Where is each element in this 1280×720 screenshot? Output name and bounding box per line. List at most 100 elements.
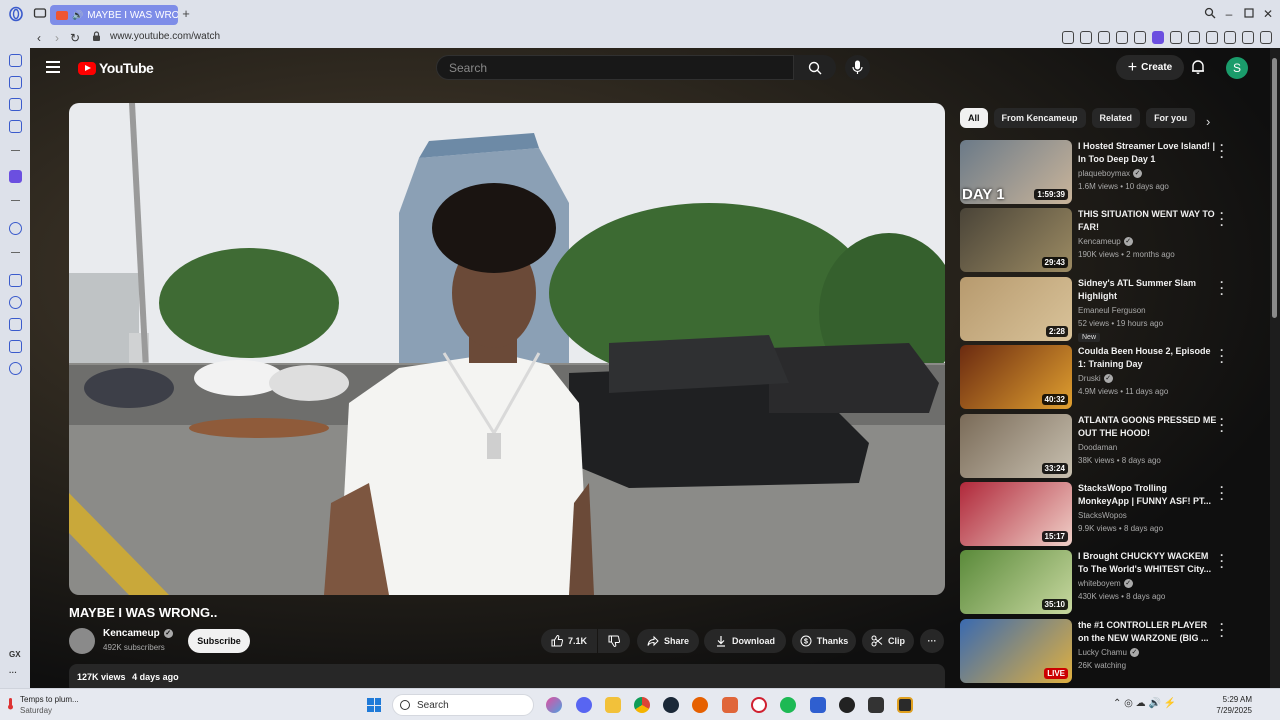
taskbar-search[interactable]: Search bbox=[392, 694, 534, 716]
chip-from-kencameup[interactable]: From Kencameup bbox=[993, 108, 1086, 128]
search-input[interactable] bbox=[437, 56, 793, 79]
pinboard-sidebar-icon[interactable] bbox=[9, 274, 22, 287]
recommendation-item[interactable]: 40:32 Coulda Been House 2, Episode 1: Tra… bbox=[960, 344, 1256, 410]
recommendation-channel[interactable]: Kencameup bbox=[1078, 237, 1121, 246]
recommendation-channel-row[interactable]: Doodaman bbox=[1078, 443, 1117, 452]
recommendation-channel-row[interactable]: Kencameup ✓ bbox=[1078, 237, 1133, 247]
recommendation-item[interactable]: 29:43 THIS SITUATION WENT WAY TO FAR! Kenc… bbox=[960, 207, 1256, 273]
steam-icon[interactable] bbox=[663, 697, 679, 713]
recommendation-thumbnail[interactable]: 33:24 bbox=[960, 413, 1072, 478]
workspaces-sidebar-icon[interactable] bbox=[9, 98, 22, 111]
discord-icon[interactable] bbox=[576, 697, 592, 713]
chevron-right-icon[interactable]: › bbox=[1206, 114, 1210, 129]
recommendation-channel-row[interactable]: Druski ✓ bbox=[1078, 374, 1113, 384]
chip-all[interactable]: All bbox=[960, 108, 988, 128]
more-options-icon[interactable]: · · · bbox=[1220, 618, 1224, 642]
spotify-icon[interactable] bbox=[780, 697, 796, 713]
maximize-icon[interactable] bbox=[1242, 7, 1256, 21]
recommendation-channel-row[interactable]: plaqueboymax ✓ bbox=[1078, 169, 1143, 178]
recommendation-item[interactable]: 2:28 Sidney's ATL Summer Slam Highlight Em… bbox=[960, 276, 1256, 342]
file-explorer-icon[interactable] bbox=[605, 697, 621, 713]
app-icon[interactable] bbox=[722, 697, 738, 713]
gx-label[interactable]: GX bbox=[9, 650, 21, 659]
recommendation-channel[interactable]: Doodaman bbox=[1078, 443, 1117, 452]
video-player[interactable] bbox=[69, 103, 945, 595]
create-button[interactable]: + Create bbox=[1116, 55, 1184, 80]
recommendation-item[interactable]: LIVE the #1 CONTROLLER PLAYER on the NEW … bbox=[960, 618, 1256, 683]
recommendation-channel-row[interactable]: Emaneul Ferguson bbox=[1078, 306, 1146, 315]
thanks-button[interactable]: $ Thanks bbox=[792, 629, 856, 653]
wallet-icon[interactable] bbox=[1170, 31, 1182, 44]
recommendation-item[interactable]: DAY 1 1:59:39 I Hosted Streamer Love Islan… bbox=[960, 139, 1256, 204]
more-options-icon[interactable]: · · · bbox=[1220, 549, 1224, 573]
recommendation-thumbnail[interactable]: 35:10 bbox=[960, 550, 1072, 615]
channel-name-row[interactable]: Kencameup ✓ bbox=[103, 628, 173, 639]
more-options-icon[interactable]: · · · bbox=[1220, 413, 1224, 437]
extensions-sidebar-icon[interactable] bbox=[9, 340, 22, 353]
more-options-icon[interactable]: · · · bbox=[1220, 207, 1224, 231]
dislike-button[interactable] bbox=[598, 629, 630, 653]
tab-islands-icon[interactable] bbox=[32, 6, 48, 22]
more-options-icon[interactable]: · · · bbox=[1220, 481, 1224, 505]
chip-related[interactable]: Related bbox=[1091, 108, 1141, 128]
weather-widget[interactable]: Temps to plum... Saturday bbox=[20, 694, 79, 716]
twitch-extension-icon[interactable] bbox=[1152, 31, 1164, 44]
system-tray[interactable]: ⌃ ◎ ☁ 🔊 ⚡ bbox=[1113, 698, 1176, 709]
recommendation-title[interactable]: StacksWopo Trolling MonkeyApp | FUNNY AS… bbox=[1078, 482, 1218, 508]
search-button[interactable] bbox=[794, 55, 836, 80]
recommendation-channel[interactable]: Lucky Chamu bbox=[1078, 648, 1127, 657]
reload-icon[interactable]: ↻ bbox=[68, 30, 82, 46]
tab-youtube-video[interactable]: 🔊 MAYBE I WAS WRONG bbox=[50, 5, 178, 25]
recommendation-channel[interactable]: plaqueboymax bbox=[1078, 169, 1130, 178]
recommendation-channel[interactable]: StacksWopos bbox=[1078, 511, 1127, 520]
recommendation-title[interactable]: THIS SITUATION WENT WAY TO FAR! bbox=[1078, 208, 1218, 234]
opera-menu-icon[interactable] bbox=[8, 6, 24, 22]
recommendation-item[interactable]: 15:17 StacksWopo Trolling MonkeyApp | FUN… bbox=[960, 481, 1256, 546]
youtube-logo[interactable]: YouTube bbox=[78, 60, 154, 76]
more-options-icon[interactable]: · · · bbox=[1220, 276, 1224, 300]
menu-icon[interactable] bbox=[46, 61, 60, 73]
download-button[interactable]: Download bbox=[704, 629, 786, 653]
recommendation-thumbnail[interactable]: 29:43 bbox=[960, 208, 1072, 273]
weather-icon[interactable] bbox=[4, 697, 17, 710]
history-sidebar-icon[interactable] bbox=[9, 296, 22, 309]
subscribe-button[interactable]: Subscribe bbox=[188, 629, 250, 653]
downloads-sidebar-icon[interactable] bbox=[9, 318, 22, 331]
clock[interactable]: 5:29 AM 7/29/2025 bbox=[1212, 694, 1252, 716]
account-avatar[interactable]: S bbox=[1226, 57, 1248, 79]
recommendation-channel[interactable]: whiteboyem bbox=[1078, 579, 1121, 588]
recommendation-item[interactable]: 33:24 ATLANTA GOONS PRESSED ME OUT THE HO… bbox=[960, 413, 1256, 478]
obs-icon[interactable] bbox=[839, 697, 855, 713]
extensions-icon[interactable] bbox=[1206, 31, 1218, 44]
minimize-icon[interactable]: – bbox=[1222, 7, 1236, 21]
play-icon[interactable] bbox=[1116, 31, 1128, 44]
voice-search-button[interactable] bbox=[845, 55, 870, 80]
copilot-icon[interactable] bbox=[546, 697, 562, 713]
app3-icon[interactable] bbox=[897, 697, 913, 713]
aria-icon[interactable] bbox=[1188, 31, 1200, 44]
settings-sidebar-icon[interactable] bbox=[9, 362, 22, 375]
back-icon[interactable]: ‹ bbox=[32, 30, 46, 46]
downloads-icon[interactable] bbox=[1242, 31, 1254, 44]
recommendation-thumbnail[interactable]: DAY 1 1:59:39 bbox=[960, 140, 1072, 204]
notifications-bell-icon[interactable] bbox=[1190, 59, 1206, 75]
crypto-wallet-sidebar-icon[interactable] bbox=[9, 76, 22, 89]
recommendation-thumbnail[interactable]: 15:17 bbox=[960, 482, 1072, 546]
firefox-icon[interactable] bbox=[692, 697, 708, 713]
bookmark-icon[interactable] bbox=[1062, 31, 1074, 44]
recommendation-title[interactable]: the #1 CONTROLLER PLAYER on the NEW WARZ… bbox=[1078, 619, 1218, 645]
more-options-icon[interactable]: · · · bbox=[1220, 139, 1224, 163]
aria-sidebar-icon[interactable] bbox=[9, 54, 22, 67]
easy-setup-icon[interactable] bbox=[1260, 31, 1272, 44]
search-tabs-icon[interactable] bbox=[1203, 7, 1217, 22]
new-tab-icon[interactable]: + bbox=[180, 7, 192, 20]
recommendation-channel[interactable]: Druski bbox=[1078, 374, 1101, 383]
heart-icon[interactable] bbox=[1134, 31, 1146, 44]
recommendation-title[interactable]: ATLANTA GOONS PRESSED ME OUT THE HOOD! bbox=[1078, 414, 1218, 440]
recommendation-channel[interactable]: Emaneul Ferguson bbox=[1078, 306, 1146, 315]
twitch-sidebar-icon[interactable] bbox=[9, 170, 22, 183]
opera-taskbar-icon[interactable] bbox=[751, 697, 767, 713]
description-box[interactable]: 127K views 4 days ago bbox=[69, 664, 945, 688]
recommendation-channel-row[interactable]: StacksWopos bbox=[1078, 511, 1127, 520]
recommendation-title[interactable]: Coulda Been House 2, Episode 1: Training… bbox=[1078, 345, 1218, 371]
